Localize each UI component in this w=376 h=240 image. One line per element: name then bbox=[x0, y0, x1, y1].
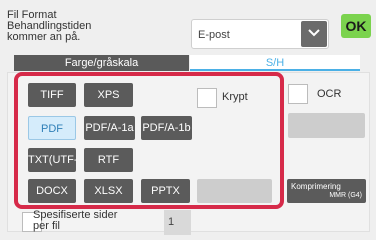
tab-color-grayscale[interactable]: Farge/gråskala bbox=[14, 55, 189, 71]
compression-value: MMR (G4) bbox=[329, 192, 362, 199]
chevron-down-icon[interactable] bbox=[301, 21, 327, 47]
compression-button[interactable]: Komprimering MMR (G4) bbox=[287, 179, 366, 203]
title-line-3: kommer an på. bbox=[7, 31, 81, 43]
compression-label: Komprimering bbox=[291, 182, 341, 191]
mode-dropdown[interactable]: E-post bbox=[191, 19, 329, 49]
pages-per-file-field[interactable]: 1 bbox=[164, 210, 191, 235]
scan-format-screen: Fil Format Behandlingstiden kommer an på… bbox=[0, 0, 376, 240]
mode-dropdown-value: E-post bbox=[198, 29, 230, 41]
ocr-label: OCR bbox=[317, 88, 342, 100]
pages-per-file-label: Spesifiserte sider per fil bbox=[33, 210, 117, 232]
ocr-checkbox[interactable] bbox=[288, 84, 308, 104]
tab-bw[interactable]: S/H bbox=[190, 55, 360, 71]
ok-button[interactable]: OK bbox=[341, 14, 371, 38]
format-selection-highlight bbox=[14, 72, 284, 209]
pages-label-line-2: per fil bbox=[33, 220, 60, 232]
page-title: Fil Format Behandlingstiden kommer an på… bbox=[7, 10, 147, 43]
ocr-settings-button bbox=[288, 113, 365, 138]
